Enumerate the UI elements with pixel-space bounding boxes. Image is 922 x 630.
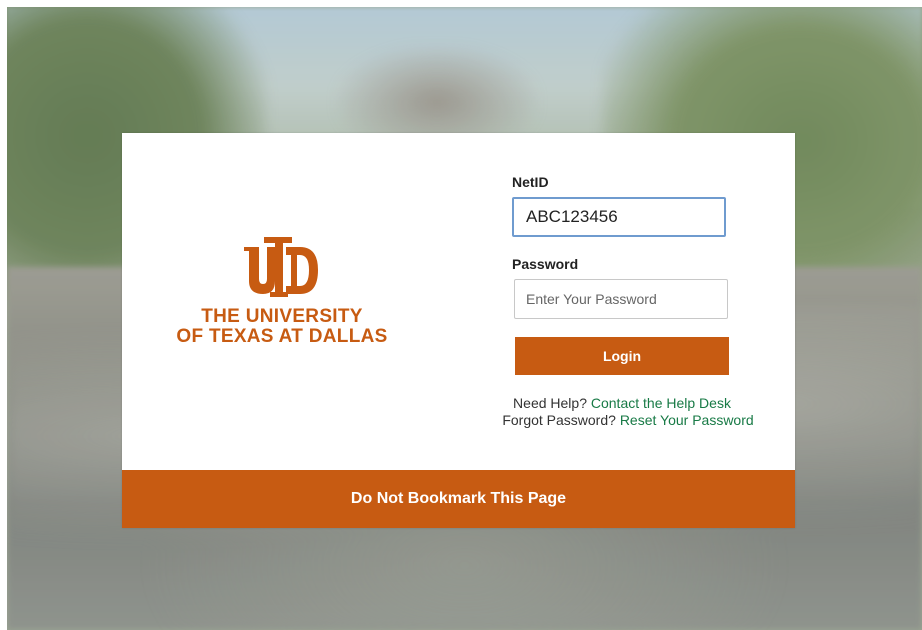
contact-help-desk-link[interactable]: Contact the Help Desk (591, 395, 731, 411)
reset-password-link[interactable]: Reset Your Password (620, 412, 754, 428)
password-input[interactable] (514, 279, 728, 319)
netid-input[interactable] (512, 197, 726, 237)
login-button[interactable]: Login (515, 337, 729, 375)
utd-logo: THE UNIVERSITY OF TEXAS AT DALLAS (122, 237, 442, 347)
forgot-password-text: Forgot Password? (502, 412, 616, 428)
bookmark-notice-text: Do Not Bookmark This Page (350, 490, 567, 507)
bookmark-notice-bar: Do Not Bookmark This Page (122, 470, 795, 528)
netid-label: NetID (512, 174, 549, 190)
login-card: THE UNIVERSITY OF TEXAS AT DALLAS NetID … (122, 133, 795, 528)
password-label: Password (512, 256, 579, 272)
need-help-text: Need Help? (513, 395, 587, 411)
help-line-contact: Need Help? Contact the Help Desk (462, 395, 782, 412)
logo-text-line1: THE UNIVERSITY (201, 306, 363, 327)
logo-text-line2: OF TEXAS AT DALLAS (176, 326, 388, 347)
help-section: Need Help? Contact the Help Desk Forgot … (462, 395, 782, 429)
login-form: NetID Password Login (512, 173, 782, 375)
utd-logo-mark-icon (242, 237, 322, 297)
page-background: THE UNIVERSITY OF TEXAS AT DALLAS NetID … (7, 7, 922, 630)
help-line-reset: Forgot Password? Reset Your Password (474, 412, 782, 429)
